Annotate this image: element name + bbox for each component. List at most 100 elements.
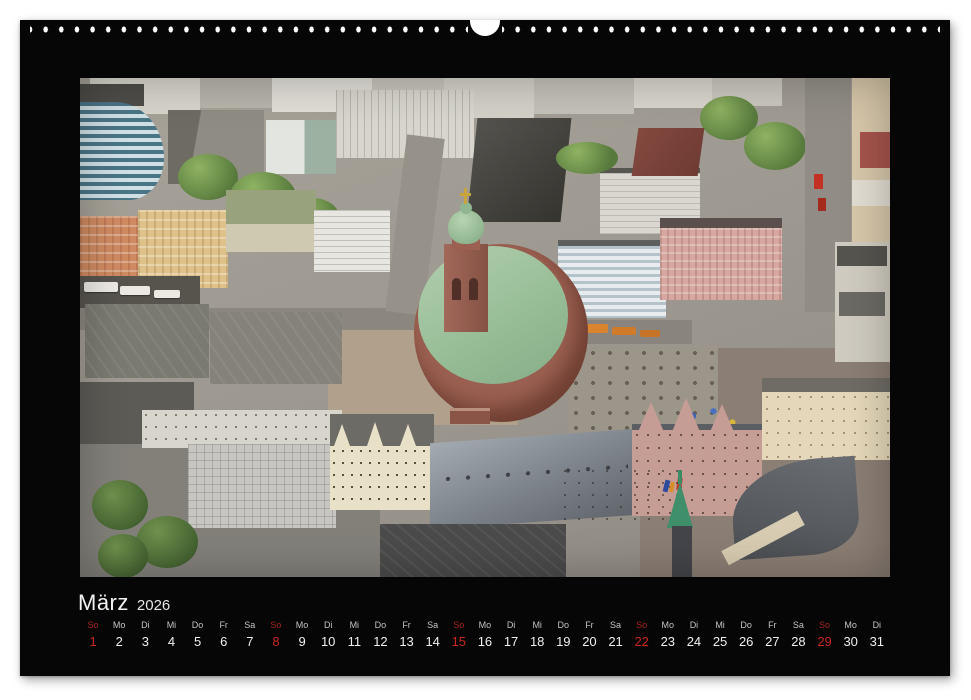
date-number: 19	[556, 635, 570, 649]
glass-building	[80, 102, 164, 200]
calendar-day: Di 31	[864, 620, 890, 649]
calendar-page: März2026 So 1 Mo 2 Di 3 Mi 4 Do 5 Fr 6	[20, 20, 950, 676]
gable	[367, 422, 383, 446]
date-number: 31	[870, 635, 884, 649]
weekday-label: Fr	[219, 620, 228, 630]
date-number: 13	[399, 635, 413, 649]
date-number: 26	[739, 635, 753, 649]
weekday-label: Mo	[662, 620, 675, 630]
tree-canopy	[556, 142, 618, 174]
building-block	[266, 120, 336, 174]
calendar-product-shot: März2026 So 1 Mo 2 Di 3 Mi 4 Do 5 Fr 6	[0, 0, 971, 700]
date-number: 7	[246, 635, 253, 649]
date-number: 8	[272, 635, 279, 649]
calendar-day: Sa 7	[237, 620, 263, 649]
date-number: 9	[298, 635, 305, 649]
weekday-label: Fr	[585, 620, 594, 630]
weekday-label: Di	[690, 620, 699, 630]
tree-canopy	[92, 480, 148, 530]
red-roof-building	[632, 128, 705, 176]
weekday-label: Do	[192, 620, 204, 630]
calendar-day: Fr 13	[394, 620, 420, 649]
calendar-day: Do 12	[367, 620, 393, 649]
building-block	[534, 78, 634, 114]
spire-cone	[667, 482, 693, 528]
date-number: 21	[608, 635, 622, 649]
weekday-label: Mi	[167, 620, 177, 630]
orange-bus	[640, 330, 660, 337]
calendar-day: Sa 21	[603, 620, 629, 649]
calendar-days-row: So 1 Mo 2 Di 3 Mi 4 Do 5 Fr 6 Sa 7 So	[80, 620, 890, 649]
paulskirche-portico	[450, 408, 490, 424]
building-block	[330, 446, 434, 510]
date-number: 29	[817, 635, 831, 649]
date-number: 6	[220, 635, 227, 649]
calendar-day: Di 24	[681, 620, 707, 649]
weekday-label: Mi	[350, 620, 360, 630]
building-block	[314, 210, 390, 272]
roemer-gable	[638, 402, 664, 432]
pink-building	[660, 218, 782, 300]
weekday-label: Sa	[427, 620, 438, 630]
date-number: 28	[791, 635, 805, 649]
hanging-notch	[470, 20, 500, 36]
date-number: 24	[687, 635, 701, 649]
tower-window	[452, 278, 461, 300]
weekday-label: Di	[873, 620, 882, 630]
date-number: 30	[843, 635, 857, 649]
building-block	[200, 78, 272, 108]
paulskirche-tower	[444, 244, 488, 332]
building-block	[852, 180, 890, 206]
weekday-label: Do	[558, 620, 570, 630]
date-number: 11	[348, 635, 362, 649]
date-number: 23	[661, 635, 675, 649]
calendar-day: Sa 14	[420, 620, 446, 649]
dark-roof	[467, 118, 572, 222]
calendar-day: Di 10	[315, 620, 341, 649]
bus	[120, 286, 150, 295]
date-number: 14	[425, 635, 439, 649]
calendar-day: Mi 11	[341, 620, 367, 649]
calendar-day: Mo 2	[106, 620, 132, 649]
weekday-label: Mi	[715, 620, 725, 630]
calendar-day: Mo 16	[472, 620, 498, 649]
date-number: 17	[504, 635, 518, 649]
date-number: 18	[530, 635, 544, 649]
month-name: März	[78, 590, 129, 615]
weekday-label: Mo	[296, 620, 309, 630]
calendar-day: Mi 25	[707, 620, 733, 649]
calendar-day: So 29	[812, 620, 838, 649]
spire-base	[672, 526, 692, 577]
calendar-day: Fr 6	[211, 620, 237, 649]
weekday-label: So	[453, 620, 464, 630]
tower-cupola	[448, 210, 484, 244]
weekday-label: Mo	[479, 620, 492, 630]
date-number: 27	[765, 635, 779, 649]
weekday-label: So	[270, 620, 281, 630]
tree-canopy	[98, 534, 148, 577]
roof-block	[380, 524, 566, 577]
paulskirche-walls	[414, 244, 588, 422]
calendar-day: Do 26	[733, 620, 759, 649]
bus	[84, 282, 118, 292]
calendar-day: So 8	[263, 620, 289, 649]
tower-window	[469, 278, 478, 300]
orange-bus	[612, 327, 636, 335]
date-number: 20	[582, 635, 596, 649]
date-number: 22	[634, 635, 648, 649]
date-number: 15	[452, 635, 466, 649]
calendar-day: Fr 27	[759, 620, 785, 649]
calendar-day: So 15	[446, 620, 472, 649]
calendar-day: Mo 30	[838, 620, 864, 649]
building-block	[634, 78, 712, 108]
calendar-day: Mi 18	[524, 620, 550, 649]
weekday-label: Di	[324, 620, 333, 630]
weekday-label: Mo	[113, 620, 126, 630]
calendar-day: Do 5	[185, 620, 211, 649]
weekday-label: Sa	[610, 620, 621, 630]
roof-block	[210, 312, 342, 384]
calendar-day: Do 19	[550, 620, 576, 649]
date-number: 10	[321, 635, 335, 649]
fire-truck	[818, 198, 826, 211]
date-number: 25	[713, 635, 727, 649]
